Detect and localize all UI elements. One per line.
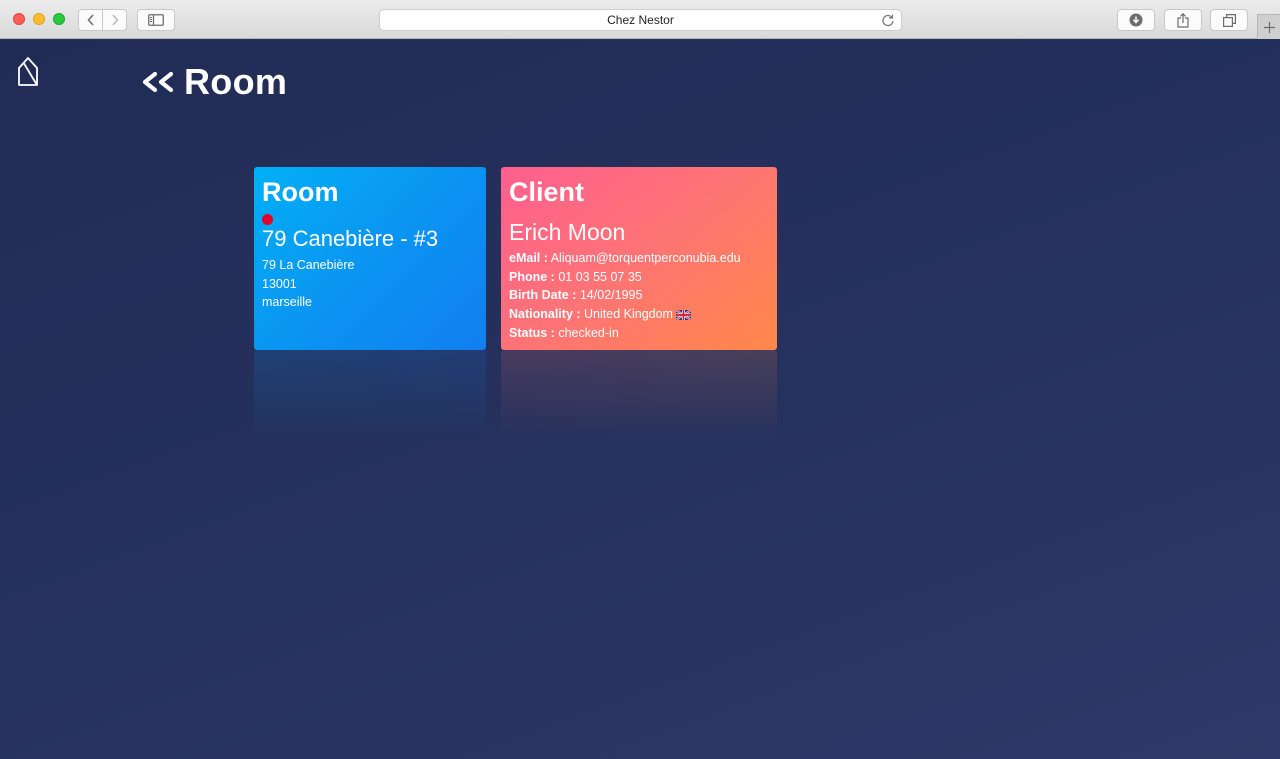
- address-bar-title: Chez Nestor: [607, 13, 674, 27]
- client-phone-row: Phone : 01 03 55 07 35: [509, 268, 769, 287]
- page-title: Room: [184, 61, 288, 102]
- room-street: 79 La Canebière: [262, 258, 355, 272]
- window-close-button[interactable]: [13, 13, 25, 25]
- room-city: marseille: [262, 295, 313, 309]
- show-tabs-button[interactable]: [1210, 9, 1248, 31]
- client-email[interactable]: Aliquam@torquentperconubia.edu: [551, 251, 741, 265]
- client-birth-date: 14/02/1995: [579, 288, 643, 303]
- reload-icon[interactable]: [881, 13, 895, 27]
- status-label: Status :: [509, 325, 555, 340]
- room-card-reflection: [254, 350, 486, 533]
- room-card-title: Room: [262, 177, 339, 207]
- email-label: eMail :: [509, 251, 548, 265]
- client-card-reflection: [501, 350, 777, 533]
- sidebar-toggle-button[interactable]: [137, 9, 175, 31]
- house-logo-icon[interactable]: [17, 56, 39, 87]
- address-bar[interactable]: Chez Nestor: [379, 9, 902, 31]
- page-content: Room Room 79 Canebière - #3 79 La Canebi…: [0, 40, 1280, 759]
- client-birth-row: Birth Date : 14/02/1995: [509, 286, 769, 305]
- back-button[interactable]: [78, 9, 103, 31]
- room-postal-code: 13001: [262, 276, 297, 291]
- client-card-title: Client: [509, 177, 585, 207]
- client-phone: 01 03 55 07 35: [558, 269, 642, 284]
- tabs-icon: [1222, 13, 1236, 27]
- chevron-left-icon: [86, 14, 94, 26]
- client-status: checked-in: [558, 325, 619, 340]
- share-icon: [1177, 12, 1189, 28]
- nationality-label: Nationality :: [509, 307, 581, 322]
- client-nationality-row: Nationality : United Kingdom: [509, 305, 769, 324]
- phone-label: Phone :: [509, 269, 555, 284]
- download-icon: [1129, 13, 1143, 27]
- double-chevron-left-icon[interactable]: [140, 71, 176, 93]
- window-minimize-button[interactable]: [33, 13, 45, 25]
- client-status-row: Status : checked-in: [509, 324, 769, 343]
- birth-date-label: Birth Date :: [509, 288, 577, 303]
- window-maximize-button[interactable]: [53, 13, 65, 25]
- client-nationality: United Kingdom: [584, 307, 673, 322]
- uk-flag-icon: [675, 310, 691, 321]
- chevron-right-icon: [111, 14, 119, 26]
- client-info-list: eMail : Aliquam@torquentperconubia.edu P…: [509, 249, 769, 343]
- room-name: 79 Canebière - #3: [262, 226, 439, 251]
- downloads-button[interactable]: [1117, 9, 1155, 31]
- page-header: Room: [140, 60, 287, 104]
- forward-button[interactable]: [102, 9, 127, 31]
- client-email-row: eMail : Aliquam@torquentperconubia.edu: [509, 249, 769, 268]
- room-status-indicator: [262, 214, 273, 225]
- room-card[interactable]: Room 79 Canebière - #3 79 La Canebière 1…: [254, 167, 486, 350]
- browser-toolbar: Chez Nestor: [0, 0, 1280, 39]
- client-card[interactable]: Client Erich Moon eMail : Aliquam@torque…: [501, 167, 777, 350]
- plus-icon: [1263, 21, 1275, 33]
- share-button[interactable]: [1164, 9, 1202, 31]
- new-tab-button[interactable]: [1257, 14, 1280, 39]
- client-name: Erich Moon: [509, 219, 626, 245]
- sidebar-icon: [148, 14, 164, 26]
